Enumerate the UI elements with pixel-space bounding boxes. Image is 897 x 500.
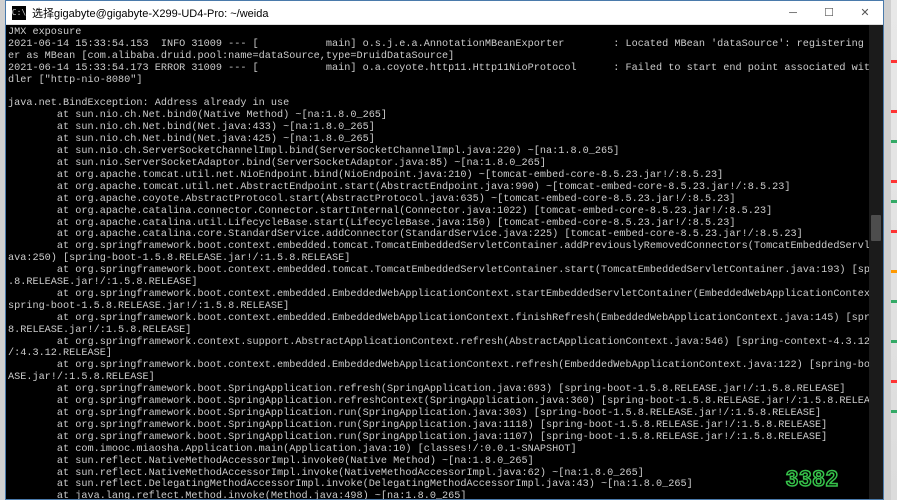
gutter-marker — [891, 60, 897, 63]
terminal-window: C:\ 选择gigabyte@gigabyte-X299-UD4-Pro: ~/… — [5, 0, 884, 500]
gutter-marker — [891, 230, 897, 233]
maximize-button[interactable]: ☐ — [811, 1, 847, 25]
gutter-marker — [891, 270, 897, 273]
window-controls: ─ ☐ ✕ — [775, 1, 883, 25]
scrollbar-thumb[interactable] — [871, 215, 881, 241]
gutter-marker — [891, 180, 897, 183]
terminal-output[interactable]: JMX exposure 2021-06-14 15:33:54.153 INF… — [6, 25, 883, 499]
gutter-marker — [891, 380, 897, 383]
gutter-marker — [891, 410, 897, 413]
gutter-marker — [891, 140, 897, 143]
titlebar[interactable]: C:\ 选择gigabyte@gigabyte-X299-UD4-Pro: ~/… — [6, 1, 883, 25]
watermark-text: 3382 — [786, 466, 839, 492]
gutter-marker — [891, 110, 897, 113]
gutter-marker — [891, 200, 897, 203]
window-title: 选择gigabyte@gigabyte-X299-UD4-Pro: ~/weid… — [30, 5, 775, 21]
cmd-icon: C:\ — [12, 6, 26, 20]
minimize-button[interactable]: ─ — [775, 1, 811, 25]
gutter-marker — [891, 300, 897, 303]
gutter-marker — [891, 340, 897, 343]
editor-gutter-strip — [891, 0, 897, 500]
close-button[interactable]: ✕ — [847, 1, 883, 25]
vertical-scrollbar[interactable] — [869, 25, 883, 499]
